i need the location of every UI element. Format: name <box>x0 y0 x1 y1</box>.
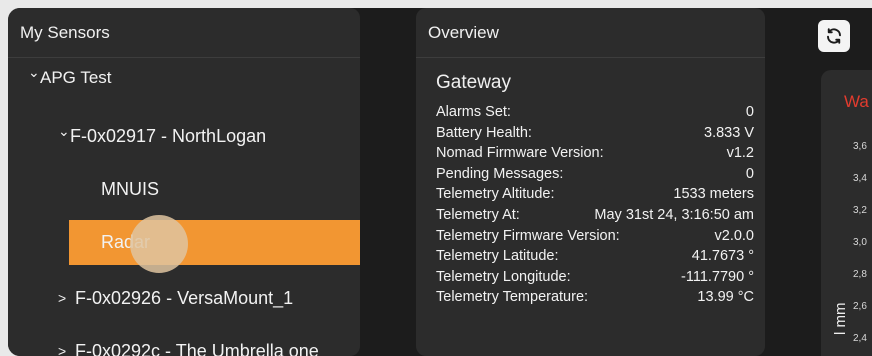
gateway-properties-list: Alarms Set: 0 Battery Health: 3.833 V Noma… <box>436 102 754 308</box>
property-label: Telemetry Temperature: <box>436 289 589 306</box>
property-row: Nomad Firmware Version: v1.2 <box>436 143 754 164</box>
property-value: 3.833 V <box>704 124 754 141</box>
tree-sensor-mnuis[interactable]: MNUIS <box>101 179 360 200</box>
property-label: Telemetry Altitude: <box>436 186 555 203</box>
property-label: Battery Health: <box>436 124 532 141</box>
overview-panel: Overview Gateway Alarms Set: 0 Battery He… <box>416 8 765 356</box>
gateway-section-title: Gateway <box>436 72 511 93</box>
chevron-down-icon <box>28 69 40 86</box>
y-tick-label: 3,4 <box>853 173 867 184</box>
sensors-panel-title: My Sensors <box>8 8 360 58</box>
property-row: Battery Health: 3.833 V <box>436 123 754 144</box>
chart-title: Wa <box>844 92 869 111</box>
tree-group-apg-test[interactable]: APG Test <box>28 68 360 88</box>
chevron-down-icon <box>58 128 70 145</box>
property-row: Telemetry At: May 31st 24, 3:16:50 am <box>436 205 754 226</box>
property-label: Telemetry At: <box>436 206 520 223</box>
tree-gateway-umbrella[interactable]: > F-0x0292c - The Umbrella one <box>58 341 360 356</box>
property-row: Telemetry Longitude: -111.7790 ° <box>436 267 754 288</box>
property-row: Telemetry Temperature: 13.99 °C <box>436 287 754 308</box>
chevron-right-icon: > <box>58 343 67 356</box>
property-row: Telemetry Altitude: 1533 meters <box>436 184 754 205</box>
touch-indicator <box>130 215 188 273</box>
property-value: May 31st 24, 3:16:50 am <box>594 206 754 223</box>
tree-sensor-radar-selected[interactable]: Radar <box>69 220 360 265</box>
y-tick-label: 2,6 <box>853 301 867 312</box>
y-tick-label: 3,0 <box>853 237 867 248</box>
app-frame: My Sensors APG Test F-0x02917 - NorthLog… <box>8 8 872 356</box>
y-tick-label: 3,6 <box>853 141 867 152</box>
property-value: 13.99 °C <box>697 289 754 306</box>
sensors-panel: My Sensors APG Test F-0x02917 - NorthLog… <box>8 8 360 356</box>
overview-panel-title: Overview <box>416 8 765 58</box>
tree-gateway-northlogan[interactable]: F-0x02917 - NorthLogan <box>58 126 360 147</box>
property-value: 0 <box>745 104 754 120</box>
property-value: v1.2 <box>726 145 754 162</box>
property-row: Alarms Set: 0 <box>436 102 754 123</box>
property-label: Alarms Set: <box>436 104 511 120</box>
property-value: 41.7673 ° <box>691 248 754 265</box>
property-row: Telemetry Firmware Version: v2.0.0 <box>436 226 754 247</box>
y-tick-label: 2,4 <box>853 333 867 344</box>
property-value: 1533 meters <box>673 186 754 203</box>
y-tick-label: 3,2 <box>853 205 867 216</box>
property-value: 0 <box>745 165 754 182</box>
property-label: Nomad Firmware Version: <box>436 145 604 162</box>
property-label: Telemetry Latitude: <box>436 248 559 265</box>
property-label: Pending Messages: <box>436 165 564 182</box>
chevron-right-icon: > <box>58 290 67 306</box>
property-value: v2.0.0 <box>714 227 755 244</box>
tree-gateway-versamount[interactable]: > F-0x02926 - VersaMount_1 <box>58 288 360 309</box>
tree-gateway-label: F-0x02917 - NorthLogan <box>70 126 267 146</box>
refresh-button[interactable] <box>818 20 850 52</box>
tree-gateway-label: F-0x0292c - The Umbrella one <box>75 341 319 356</box>
tree-group-label: APG Test <box>40 68 112 87</box>
tree-gateway-label: F-0x02926 - VersaMount_1 <box>75 288 294 308</box>
property-row: Telemetry Latitude: 41.7673 ° <box>436 246 754 267</box>
property-row: Pending Messages: 0 <box>436 164 754 185</box>
chart-panel: Wa 3,6 3,4 3,2 3,0 2,8 2,6 2,4 l mm <box>821 70 872 356</box>
y-axis-label: l mm <box>832 302 849 336</box>
y-tick-label: 2,8 <box>853 269 867 280</box>
property-value: -111.7790 ° <box>681 268 754 285</box>
property-label: Telemetry Longitude: <box>436 268 571 285</box>
refresh-icon <box>827 28 841 44</box>
property-label: Telemetry Firmware Version: <box>436 227 620 244</box>
tree-sensor-label: MNUIS <box>101 179 159 199</box>
